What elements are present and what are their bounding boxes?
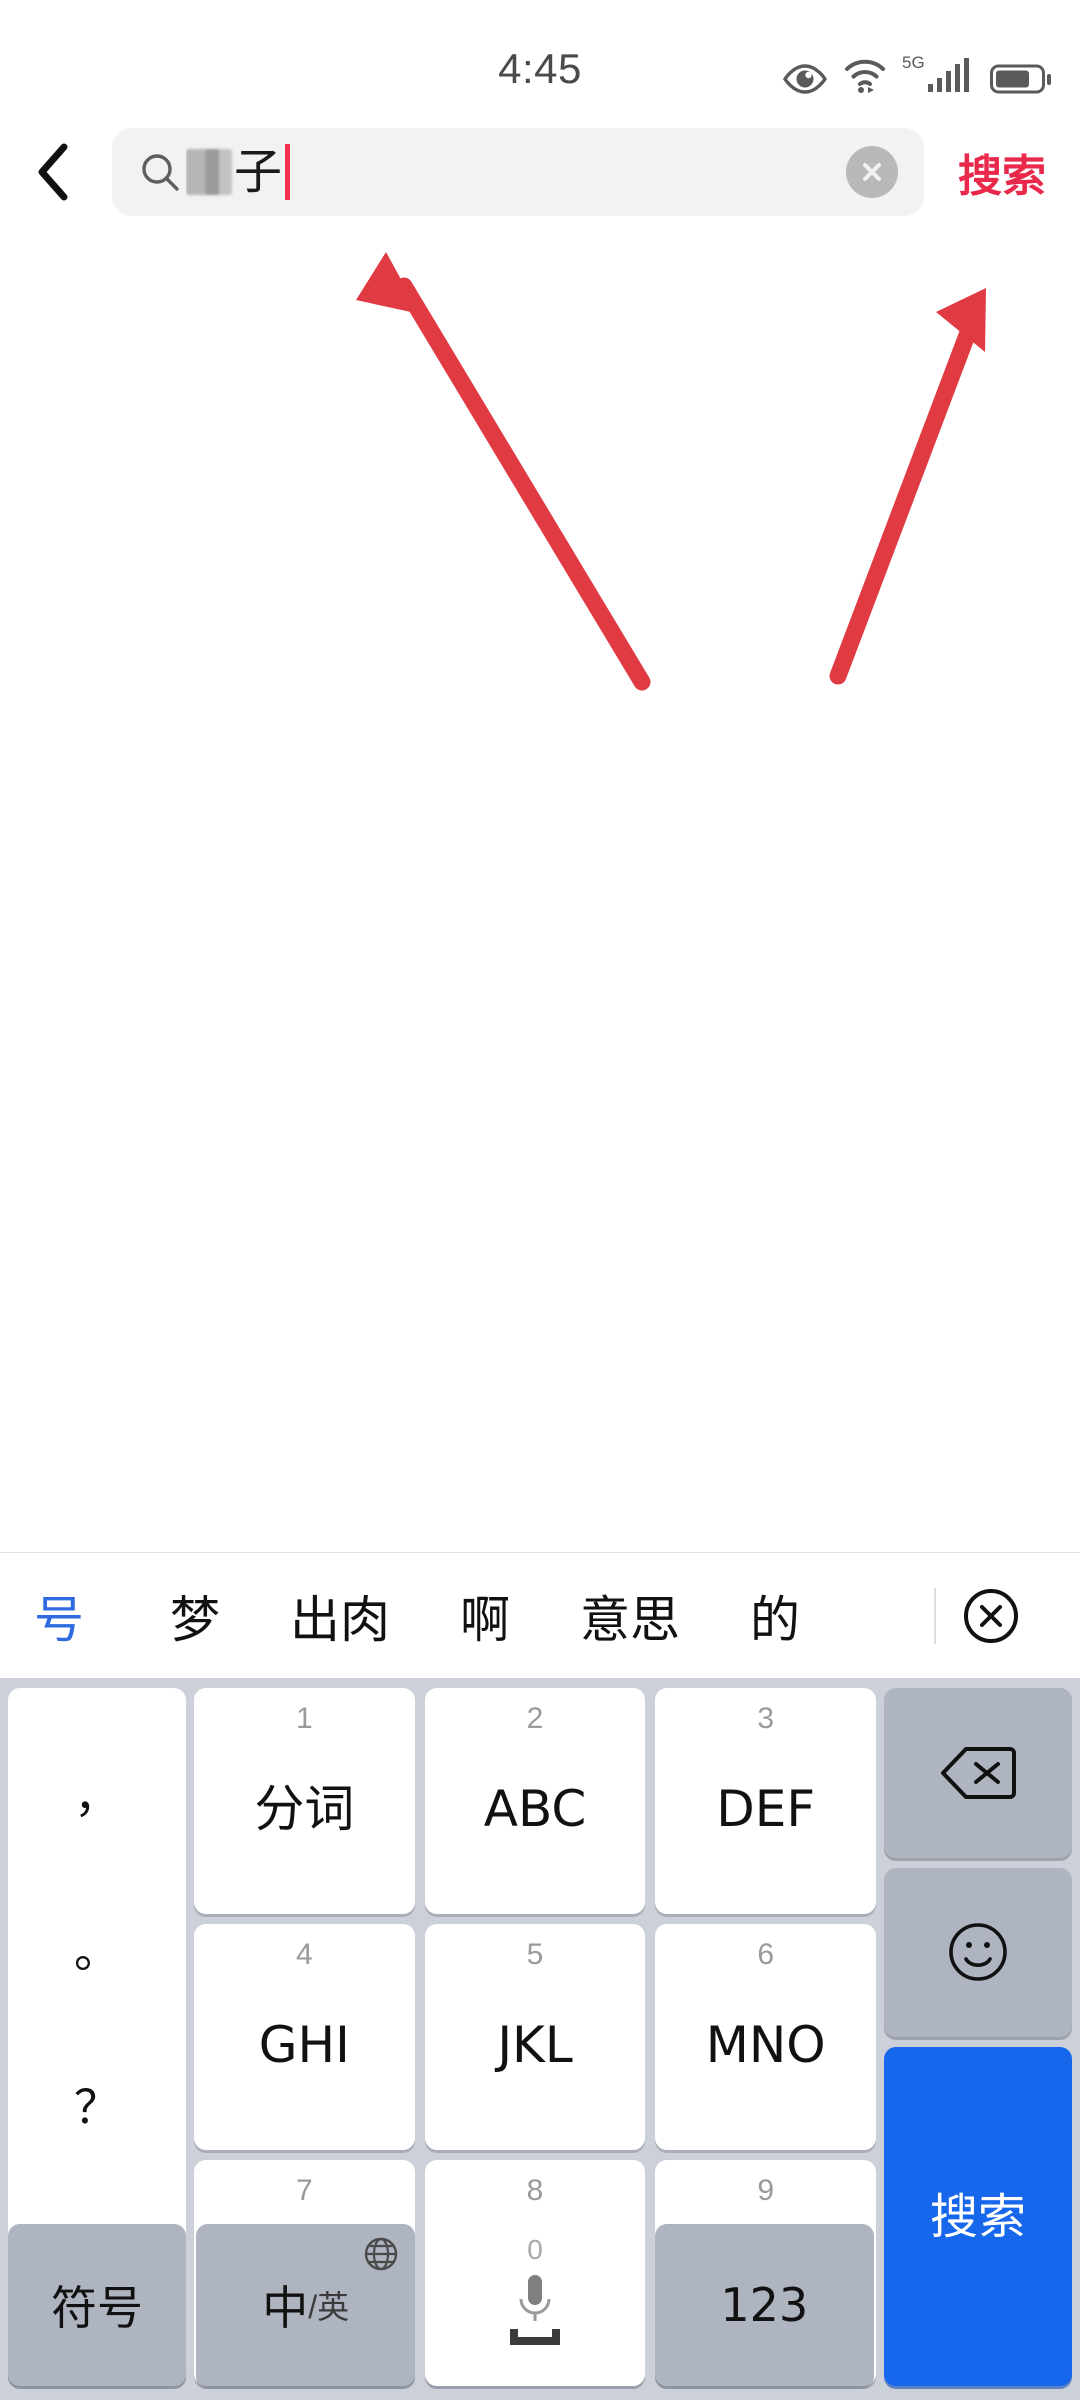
status-icons: 5G xyxy=(782,52,1052,94)
search-input[interactable]: 子 xyxy=(112,128,924,216)
key-number: 2 xyxy=(526,1702,544,1735)
results-empty-area xyxy=(0,230,1080,1550)
emoji-key[interactable] xyxy=(884,1867,1072,2037)
back-button[interactable] xyxy=(0,118,108,226)
search-header: 子 搜索 xyxy=(0,118,1080,226)
network-type-label: 5G xyxy=(902,53,925,72)
key-row-1: 1 分词 2 ABC 3 DEF xyxy=(194,1688,877,1914)
signal-bars-icon: 5G xyxy=(902,52,976,94)
key-label: MNO xyxy=(705,2016,826,2074)
close-icon xyxy=(863,163,881,181)
key-number: 5 xyxy=(526,1938,544,1971)
symbols-label: 符号 xyxy=(51,2281,143,2335)
key-6-mno[interactable]: 6 MNO xyxy=(655,1924,877,2150)
numeric-label: 123 xyxy=(720,2278,809,2332)
space-number-label: 0 xyxy=(527,2234,543,2265)
key-number: 4 xyxy=(295,1938,313,1971)
search-query-wrap: 子 xyxy=(186,128,836,216)
search-submit-button[interactable]: 搜索 xyxy=(924,140,1080,204)
text-cursor xyxy=(285,144,291,200)
punct-comma[interactable]: ， xyxy=(74,1773,120,1819)
smiley-icon xyxy=(949,1923,1007,1982)
candidate-item-4[interactable]: 意思 xyxy=(580,1580,680,1652)
punct-question[interactable]: ？ xyxy=(74,2084,120,2130)
backspace-icon xyxy=(941,1746,1016,1799)
globe-icon[interactable] xyxy=(363,2236,399,2277)
redacted-character xyxy=(186,149,232,195)
key-number: 9 xyxy=(757,2174,775,2207)
symbols-key[interactable]: 符号 xyxy=(8,2224,186,2386)
candidate-item-1[interactable]: 梦 xyxy=(170,1580,220,1652)
candidate-item-3[interactable]: 啊 xyxy=(460,1580,510,1652)
microphone-icon[interactable] xyxy=(506,2265,564,2356)
candidate-item-2[interactable]: 出肉 xyxy=(290,1580,390,1652)
key-row-2: 4 GHI 5 JKL 6 MNO xyxy=(194,1924,877,2150)
keyboard: 号 梦 出肉 啊 意思 的 ， 。 ？ 1 分词 2 ABC 3 DEF 4 G… xyxy=(0,1552,1080,2400)
clear-search-button[interactable] xyxy=(846,146,898,198)
language-main-label: 中 xyxy=(262,2281,309,2335)
key-1-fenci[interactable]: 1 分词 xyxy=(194,1688,415,1914)
key-label: JKL xyxy=(497,2016,573,2074)
eye-icon xyxy=(782,64,828,94)
key-label: ABC xyxy=(483,1780,587,1838)
close-circle-icon xyxy=(964,1588,1018,1643)
numeric-key[interactable]: 123 xyxy=(654,2224,874,2386)
key-number: 6 xyxy=(757,1938,775,1971)
keyboard-bottom-row: 符号 中/英 0 123 xyxy=(0,2224,1080,2400)
key-label: 分词 xyxy=(254,1780,355,1838)
wifi-icon xyxy=(842,56,888,94)
search-icon xyxy=(138,150,182,194)
key-5-jkl[interactable]: 5 JKL xyxy=(424,1924,646,2150)
key-4-ghi[interactable]: 4 GHI xyxy=(194,1924,415,2150)
search-query-text: 子 xyxy=(234,144,283,200)
key-label: GHI xyxy=(258,2016,350,2074)
space-key[interactable]: 0 xyxy=(425,2224,645,2386)
candidate-bar: 号 梦 出肉 啊 意思 的 xyxy=(0,1552,1080,1678)
battery-icon xyxy=(990,64,1052,94)
key-number: 3 xyxy=(757,1702,775,1735)
close-keyboard-button[interactable] xyxy=(936,1585,1046,1647)
key-3-def[interactable]: 3 DEF xyxy=(655,1688,877,1914)
key-number: 1 xyxy=(295,1702,313,1735)
candidate-item-5[interactable]: 的 xyxy=(750,1580,800,1652)
phone-screen: 4:45 5G 子 搜索 号 梦 出肉 啊 意思 的 ， 。 ？ 1 分词 2 … xyxy=(0,0,1080,2400)
key-2-abc[interactable]: 2 ABC xyxy=(424,1688,646,1914)
key-label: DEF xyxy=(716,1780,816,1838)
chevron-left-icon xyxy=(38,143,68,201)
punct-period[interactable]: 。 xyxy=(74,1928,120,1974)
language-toggle-key[interactable]: 中/英 xyxy=(196,2224,416,2386)
candidate-item-0[interactable]: 号 xyxy=(34,1580,84,1652)
status-bar: 4:45 5G xyxy=(0,0,1080,108)
language-sub-label: /英 xyxy=(308,2289,350,2325)
key-number: 7 xyxy=(295,2174,313,2207)
key-number: 8 xyxy=(526,2174,544,2207)
backspace-key[interactable] xyxy=(884,1688,1072,1858)
